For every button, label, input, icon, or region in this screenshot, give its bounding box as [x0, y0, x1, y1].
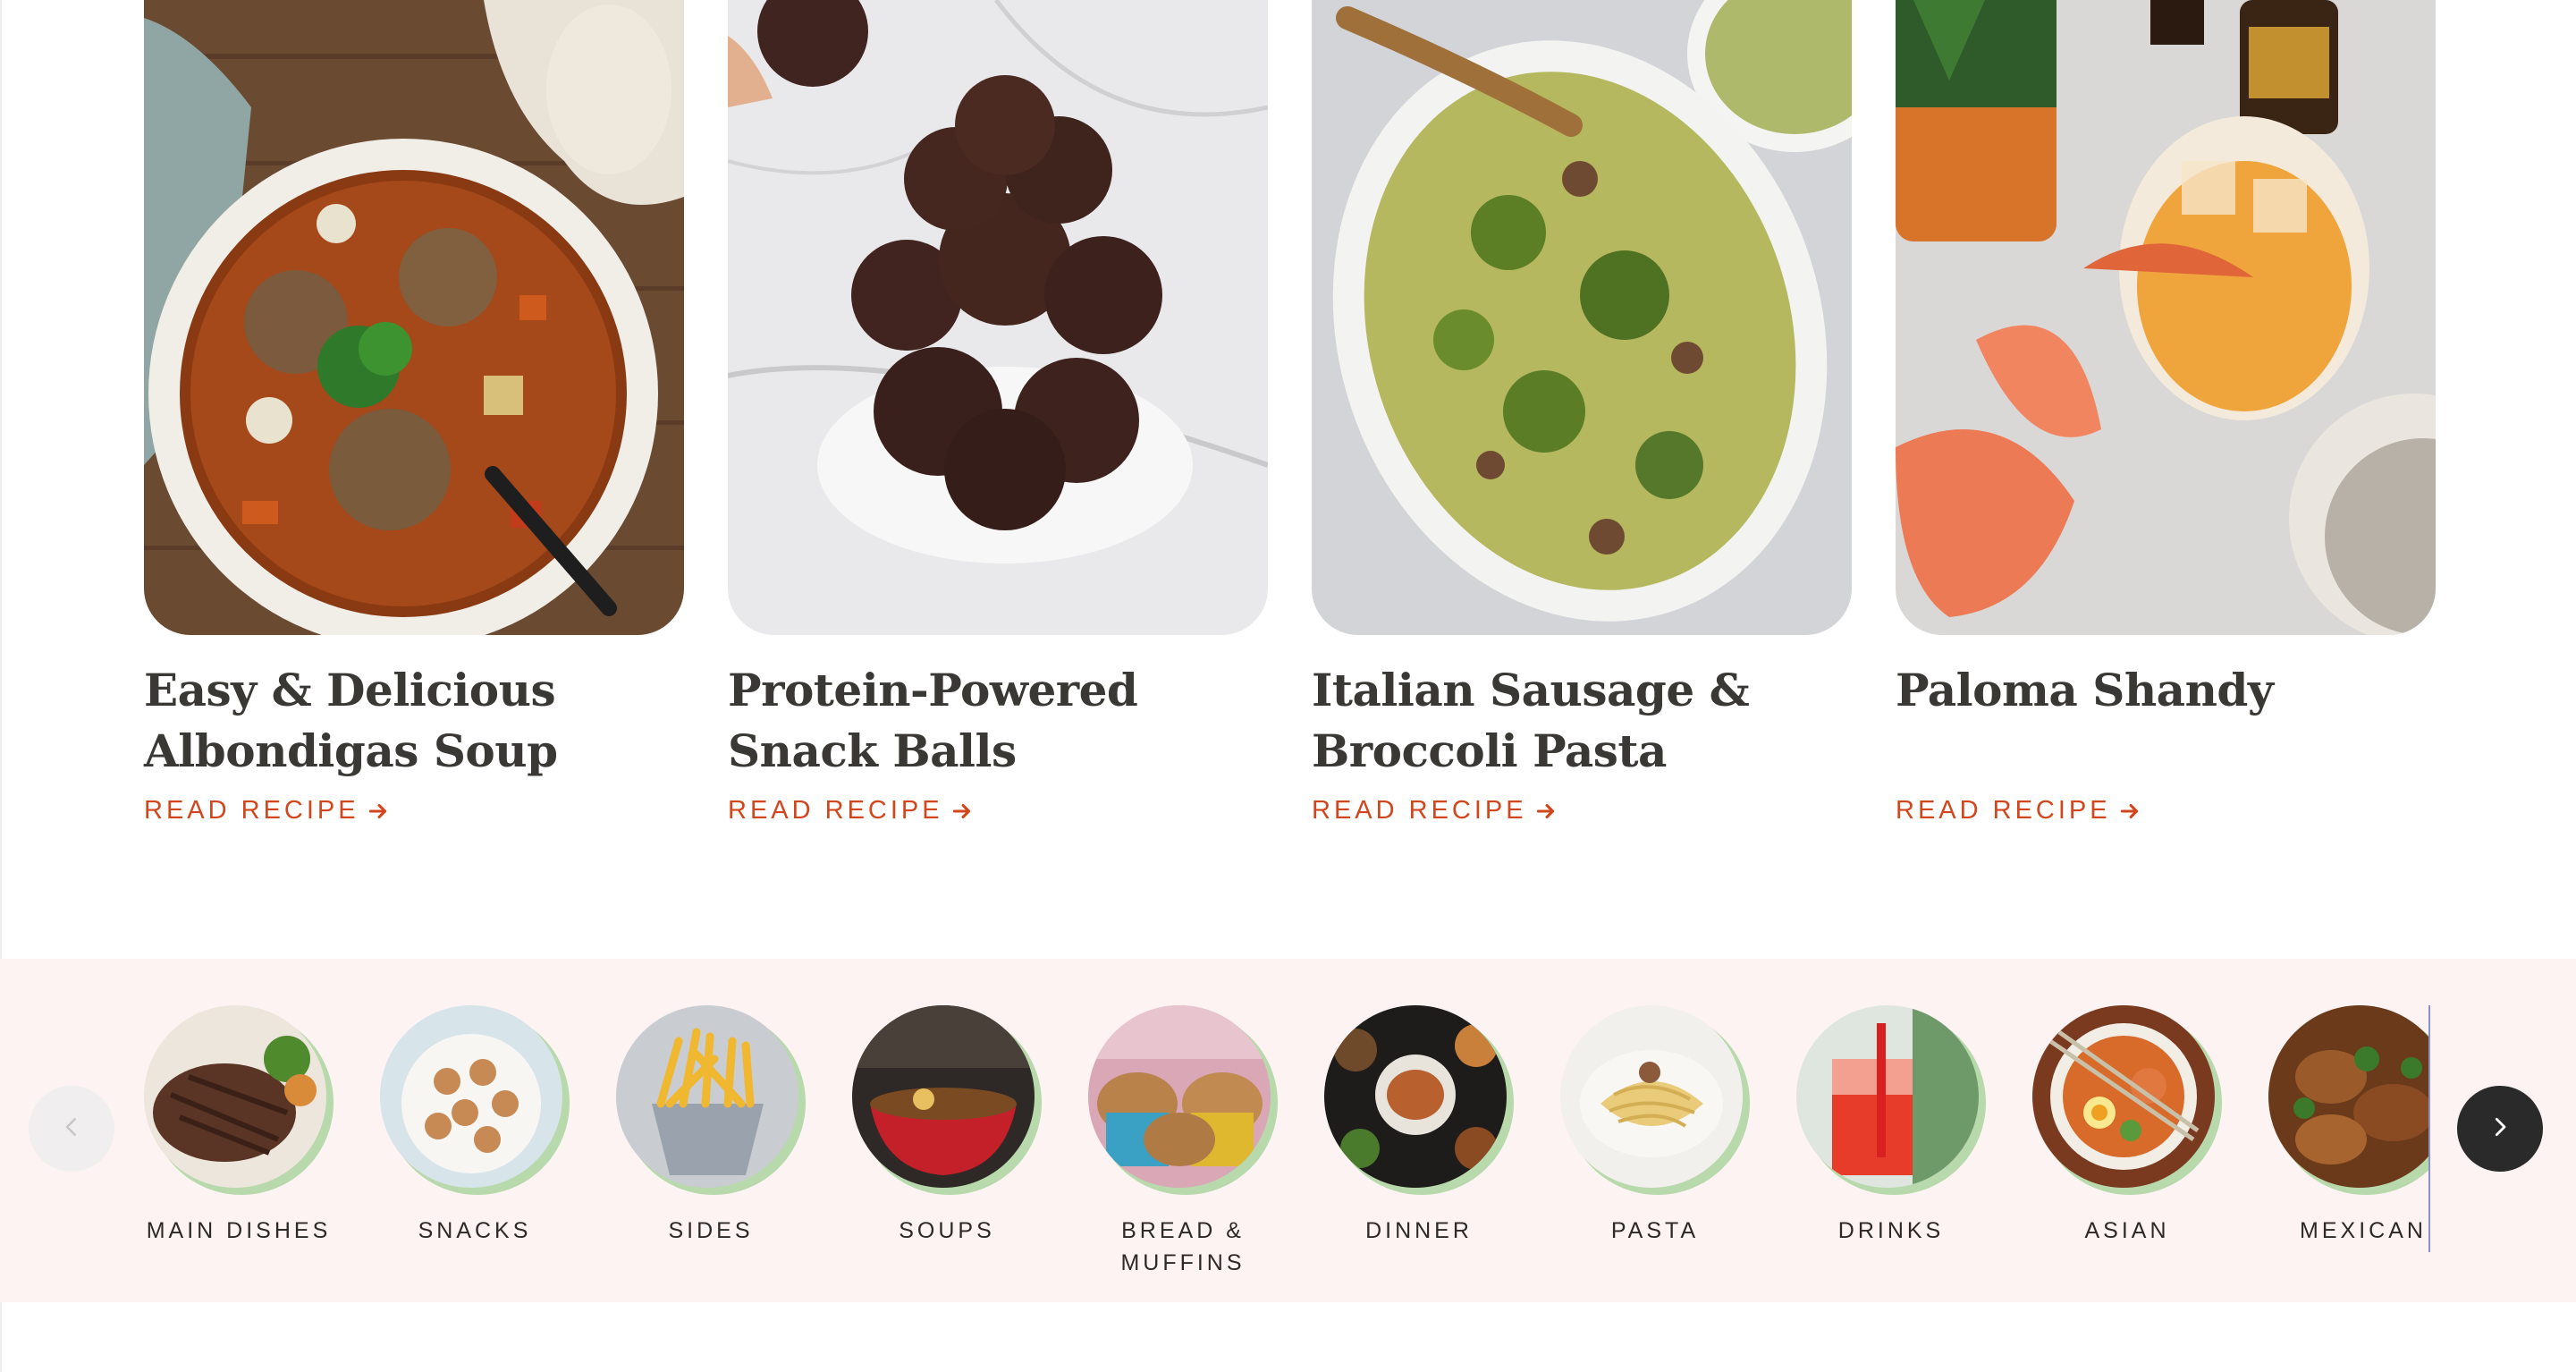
category-sides[interactable]: SIDES — [616, 1005, 806, 1247]
recipe-card: Paloma Shandy READ RECIPE — [1896, 0, 2436, 825]
category-label: DRINKS — [1837, 1218, 1945, 1243]
carousel-clip-edge — [2428, 1005, 2430, 1252]
arrow-right-icon — [2118, 800, 2141, 823]
category-label: BREAD & MUFFINS — [1120, 1218, 1246, 1275]
spaghetti-photo — [1560, 1005, 1743, 1188]
red-drink-photo — [1796, 1005, 1979, 1188]
read-recipe-link[interactable]: READ RECIPE — [144, 796, 390, 826]
recipe-title[interactable]: Italian Sausage & Broccoli Pasta — [1312, 660, 1852, 782]
recipe-title[interactable]: Easy & Delicious Albondigas Soup — [144, 660, 684, 782]
category-bread-muffins[interactable]: BREAD & MUFFINS — [1088, 1005, 1278, 1279]
recipe-title[interactable]: Protein-Powered Snack Balls — [728, 660, 1268, 782]
category-main-dishes[interactable]: MAIN DISHES — [144, 1005, 334, 1247]
cookies-photo — [380, 1005, 562, 1188]
arrow-right-icon — [950, 800, 974, 823]
read-recipe-label: READ RECIPE — [144, 796, 359, 825]
category-label: SOUPS — [899, 1218, 995, 1243]
read-recipe-link[interactable]: READ RECIPE — [1896, 796, 2141, 826]
read-recipe-label: READ RECIPE — [728, 796, 943, 825]
recipe-grid: Easy & Delicious Albondigas Soup READ RE… — [144, 0, 2436, 859]
carousel-prev-button[interactable] — [29, 1086, 114, 1172]
arrow-right-icon — [367, 800, 390, 823]
category-label: SIDES — [668, 1218, 754, 1243]
sausage-pasta-photo[interactable] — [1312, 0, 1852, 635]
category-label: ASIAN — [2084, 1218, 2170, 1243]
steak-photo — [144, 1005, 326, 1188]
read-recipe-label: READ RECIPE — [1896, 796, 2111, 825]
snack-balls-photo[interactable] — [728, 0, 1268, 635]
read-recipe-link[interactable]: READ RECIPE — [1312, 796, 1558, 826]
mexican-dish-photo — [2268, 1005, 2429, 1188]
chevron-left-icon — [58, 1114, 85, 1145]
ramen-bowl-photo — [852, 1005, 1035, 1188]
muffins-photo — [1088, 1005, 1271, 1188]
category-label: SNACKS — [418, 1218, 532, 1243]
category-dinner[interactable]: DINNER — [1324, 1005, 1514, 1247]
category-mexican[interactable]: MEXICAN — [2268, 1005, 2429, 1247]
category-label: MAIN DISHES — [146, 1218, 332, 1243]
recipe-card: Italian Sausage & Broccoli Pasta READ RE… — [1312, 0, 1852, 825]
recipe-card: Easy & Delicious Albondigas Soup READ RE… — [144, 0, 684, 825]
category-label: DINNER — [1365, 1218, 1473, 1243]
category-label: MEXICAN — [2300, 1218, 2427, 1243]
dinner-spread-photo — [1324, 1005, 1507, 1188]
paloma-shandy-photo[interactable] — [1896, 0, 2436, 635]
noodle-bowl-photo — [2032, 1005, 2215, 1188]
category-track: MAIN DISHES SNACKS SIDES SOUPS BREAD & M… — [144, 1005, 2429, 1292]
recipe-title[interactable]: Paloma Shandy — [1896, 660, 2436, 721]
read-recipe-link[interactable]: READ RECIPE — [728, 796, 974, 826]
arrow-right-icon — [1534, 800, 1558, 823]
category-snacks[interactable]: SNACKS — [380, 1005, 570, 1247]
albondigas-soup-photo[interactable] — [144, 0, 684, 635]
chevron-right-icon — [2487, 1114, 2513, 1145]
category-asian[interactable]: ASIAN — [2032, 1005, 2222, 1247]
category-label: PASTA — [1610, 1218, 1700, 1243]
carousel-next-button[interactable] — [2457, 1086, 2543, 1172]
category-drinks[interactable]: DRINKS — [1796, 1005, 1986, 1247]
category-carousel: MAIN DISHES SNACKS SIDES SOUPS BREAD & M… — [0, 959, 2576, 1302]
recipe-card: Protein-Powered Snack Balls READ RECIPE — [728, 0, 1268, 825]
category-pasta[interactable]: PASTA — [1560, 1005, 1750, 1247]
read-recipe-label: READ RECIPE — [1312, 796, 1527, 825]
fries-photo — [616, 1005, 798, 1188]
category-soups[interactable]: SOUPS — [852, 1005, 1042, 1247]
